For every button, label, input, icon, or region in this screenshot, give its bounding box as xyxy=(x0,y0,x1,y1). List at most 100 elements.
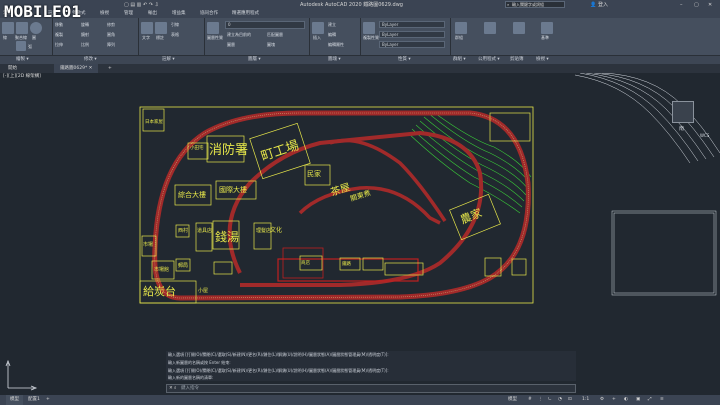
drawing-label: 綜合大樓 xyxy=(178,191,206,199)
close-tab-icon[interactable]: ✕ xyxy=(89,66,93,71)
user-icon[interactable]: 👤 xyxy=(590,0,596,10)
scale-button[interactable]: 比例 xyxy=(81,42,89,48)
tab-addins[interactable]: 增益集 xyxy=(172,10,186,18)
dimension-tool-button[interactable] xyxy=(155,22,167,34)
paste-button[interactable] xyxy=(513,22,525,34)
layer-block-button[interactable]: 圖塊 xyxy=(267,42,275,48)
tab-view[interactable]: 檢視 xyxy=(100,10,109,18)
mirror-button[interactable]: 鏡射 xyxy=(81,32,89,38)
rotate-button[interactable]: 旋轉 xyxy=(81,22,89,28)
tab-collaborate[interactable]: 協同合作 xyxy=(200,10,218,18)
line-tool-button[interactable] xyxy=(2,22,14,34)
linetype-dropdown[interactable]: ByLayer xyxy=(379,31,445,38)
fullscreen-icon[interactable]: ⤢ xyxy=(648,395,652,405)
model-space-toggle[interactable]: 模型 xyxy=(508,395,517,405)
sign-in-link[interactable]: 登入 xyxy=(598,0,608,10)
insert-block-button[interactable] xyxy=(312,22,324,34)
ortho-icon[interactable]: ∟ xyxy=(548,395,552,405)
terrain-contours xyxy=(407,110,532,214)
view-cube[interactable] xyxy=(672,101,694,123)
fillet-button[interactable]: 圓角 xyxy=(107,32,115,38)
customize-icon[interactable]: ≡ xyxy=(660,395,664,405)
utilities-panel-label[interactable]: 公用程式 ▾ xyxy=(478,56,500,64)
model-tab[interactable]: 模型 xyxy=(6,395,23,405)
grid-icon[interactable]: # xyxy=(528,395,532,405)
status-bar: 模型 配置1 + 模型 # ⋮ ∟ ◔ ⊡ 1:1 ⚙ + ◐ ▣ ⤢ ≡ xyxy=(0,395,720,405)
command-history-line: 輸入選項 [打開(O)/關閉(C)/選取(S)/新建(N)/更名(R)/鎖住(L… xyxy=(168,368,389,373)
text-tool-label: 文字 xyxy=(142,35,150,40)
edit-attribute-button[interactable]: 編輯屬性 xyxy=(328,42,344,48)
circle-tool-label: 圓 xyxy=(32,35,36,40)
tab-output[interactable]: 輸出 xyxy=(148,10,157,18)
match-layer-button[interactable]: 匹配圖層 xyxy=(267,32,283,38)
utilities-group xyxy=(478,20,506,54)
add-layout-icon[interactable]: + xyxy=(46,395,50,405)
groups-panel-label[interactable]: 群組 ▾ xyxy=(453,56,466,64)
plus-icon[interactable]: + xyxy=(612,395,616,405)
draw-panel-label[interactable]: 繪製 ▾ xyxy=(16,56,29,64)
measure-button[interactable] xyxy=(484,22,496,34)
array-button[interactable]: 陣列 xyxy=(107,42,115,48)
start-tab[interactable]: 開始 xyxy=(8,64,17,73)
move-button[interactable]: 移動 xyxy=(55,22,63,28)
stretch-button[interactable]: 拉伸 xyxy=(55,42,63,48)
create-block-button[interactable]: 建立 xyxy=(328,22,336,28)
lineweight-dropdown[interactable]: ByLayer xyxy=(379,41,445,48)
maximize-button[interactable]: ▢ xyxy=(694,0,699,10)
trim-button[interactable]: 修剪 xyxy=(107,22,115,28)
workspace-gear-icon[interactable]: ⚙ xyxy=(600,395,604,405)
layer-combo[interactable]: 0 xyxy=(225,21,305,29)
drawing-label: 日本家屋 xyxy=(145,120,163,125)
annotation-panel-label[interactable]: 註解 ▾ xyxy=(162,56,175,64)
annotation-scale[interactable]: 1:1 xyxy=(582,395,589,405)
circle-tool-button[interactable] xyxy=(30,22,42,34)
properties-group: 複製性質 ByLayer ByLayer ByLayer xyxy=(363,20,448,54)
arc-tool-button[interactable] xyxy=(16,41,26,51)
drawing-svg xyxy=(5,73,720,391)
drawing-canvas[interactable]: [-][上][2D 線架構] 日本家屋 小田宅 消防署 町工場 民家 綜合大樓 … xyxy=(0,73,720,395)
modify-panel-label[interactable]: 修改 ▾ xyxy=(84,56,97,64)
edit-block-button[interactable]: 編輯 xyxy=(328,32,336,38)
color-dropdown[interactable]: ByLayer xyxy=(379,21,445,28)
snap-icon[interactable]: ⋮ xyxy=(538,395,543,405)
clipboard-panel-label[interactable]: 剪貼簿 xyxy=(510,56,524,64)
layer-properties-button[interactable] xyxy=(207,22,219,34)
text-tool-button[interactable] xyxy=(141,22,153,34)
command-close-icon[interactable]: ✕ xyxy=(169,385,173,392)
base-button[interactable] xyxy=(541,22,553,34)
block-panel-label[interactable]: 圖塊 ▾ xyxy=(328,56,341,64)
quick-access-toolbar[interactable]: ▢ ▤ ▥ ↶ ↷ ⇩ xyxy=(124,0,159,10)
hardware-accel-icon[interactable]: ▣ xyxy=(636,395,640,405)
tab-manage[interactable]: 管理 xyxy=(124,10,133,18)
layout1-tab[interactable]: 配置1 xyxy=(28,395,40,405)
command-input[interactable]: ✕ ⌕ 鍵入指令 xyxy=(166,384,576,393)
drawing-label: 理髮店 xyxy=(256,228,272,234)
make-current-button[interactable]: 建立為目前的 xyxy=(227,32,251,38)
layer-tool-button[interactable]: 圖層 xyxy=(227,42,235,48)
tab-featured-apps[interactable]: 精選應用程式 xyxy=(232,10,259,18)
search-icon: ⌕ xyxy=(507,2,510,7)
ribbon-panel: 線 聚合線 圓 弧 移動 旋轉 修剪 複製 鏡射 圓角 拉伸 比例 陣列 文字 … xyxy=(0,18,720,64)
search-input[interactable]: ⌕ 輸入關鍵字或詞組 xyxy=(505,1,565,8)
match-properties-button[interactable] xyxy=(363,22,375,34)
minimize-button[interactable]: – xyxy=(680,0,683,10)
copy-button[interactable]: 複製 xyxy=(55,32,63,38)
modify-group: 移動 旋轉 修剪 複製 鏡射 圓角 拉伸 比例 陣列 xyxy=(55,20,135,54)
layers-panel-label[interactable]: 圖層 ▾ xyxy=(248,56,261,64)
view-group: 基準 xyxy=(534,20,562,54)
table-button[interactable]: 表格 xyxy=(171,32,179,38)
wcs-label[interactable]: WCS xyxy=(700,133,709,138)
drawing-tab[interactable]: 鐵路圖0629* ✕ xyxy=(54,64,99,73)
drawing-label: 市場 xyxy=(143,242,154,248)
group-button[interactable] xyxy=(455,22,467,34)
leader-button[interactable]: 引線 xyxy=(171,22,179,28)
osnap-icon[interactable]: ⊡ xyxy=(568,395,572,405)
polyline-tool-button[interactable] xyxy=(16,22,28,34)
clipboard-group xyxy=(508,20,532,54)
isolate-icon[interactable]: ◐ xyxy=(624,395,628,405)
polar-icon[interactable]: ◔ xyxy=(558,395,562,405)
properties-panel-label[interactable]: 性質 ▾ xyxy=(398,56,411,64)
view-panel-label[interactable]: 檢視 ▾ xyxy=(536,56,549,64)
new-tab-icon[interactable]: + xyxy=(108,64,112,73)
close-button[interactable]: ✕ xyxy=(708,0,712,10)
